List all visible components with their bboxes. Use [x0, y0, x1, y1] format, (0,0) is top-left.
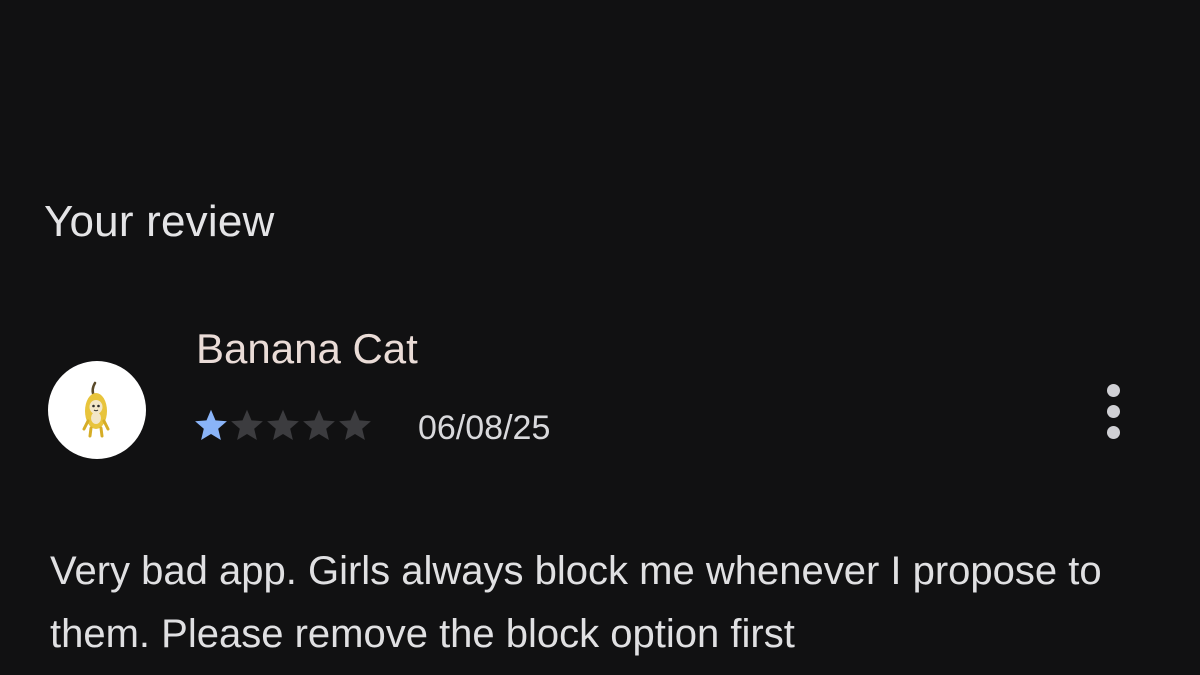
banana-cat-avatar-icon [82, 381, 110, 438]
star-empty-icon [231, 409, 263, 440]
avatar[interactable] [48, 361, 146, 459]
more-vertical-icon-dot [1107, 426, 1120, 439]
review-text: Very bad app. Girls always block me when… [50, 549, 1102, 656]
star-empty-icon [339, 409, 371, 440]
review-screen: Your review Banana Cat 06/08/25 Very bad… [0, 0, 1200, 675]
reviewer-name: Banana Cat [196, 325, 418, 372]
star-empty-icon [267, 409, 299, 440]
more-vertical-icon [1107, 384, 1120, 397]
more-options-button[interactable] [1092, 380, 1136, 444]
more-vertical-icon-dot [1107, 405, 1120, 418]
star-filled-icon [195, 409, 227, 440]
review-date: 06/08/25 [418, 409, 551, 447]
section-title: Your review [44, 197, 275, 246]
star-rating [193, 405, 373, 445]
star-empty-icon [303, 409, 335, 440]
